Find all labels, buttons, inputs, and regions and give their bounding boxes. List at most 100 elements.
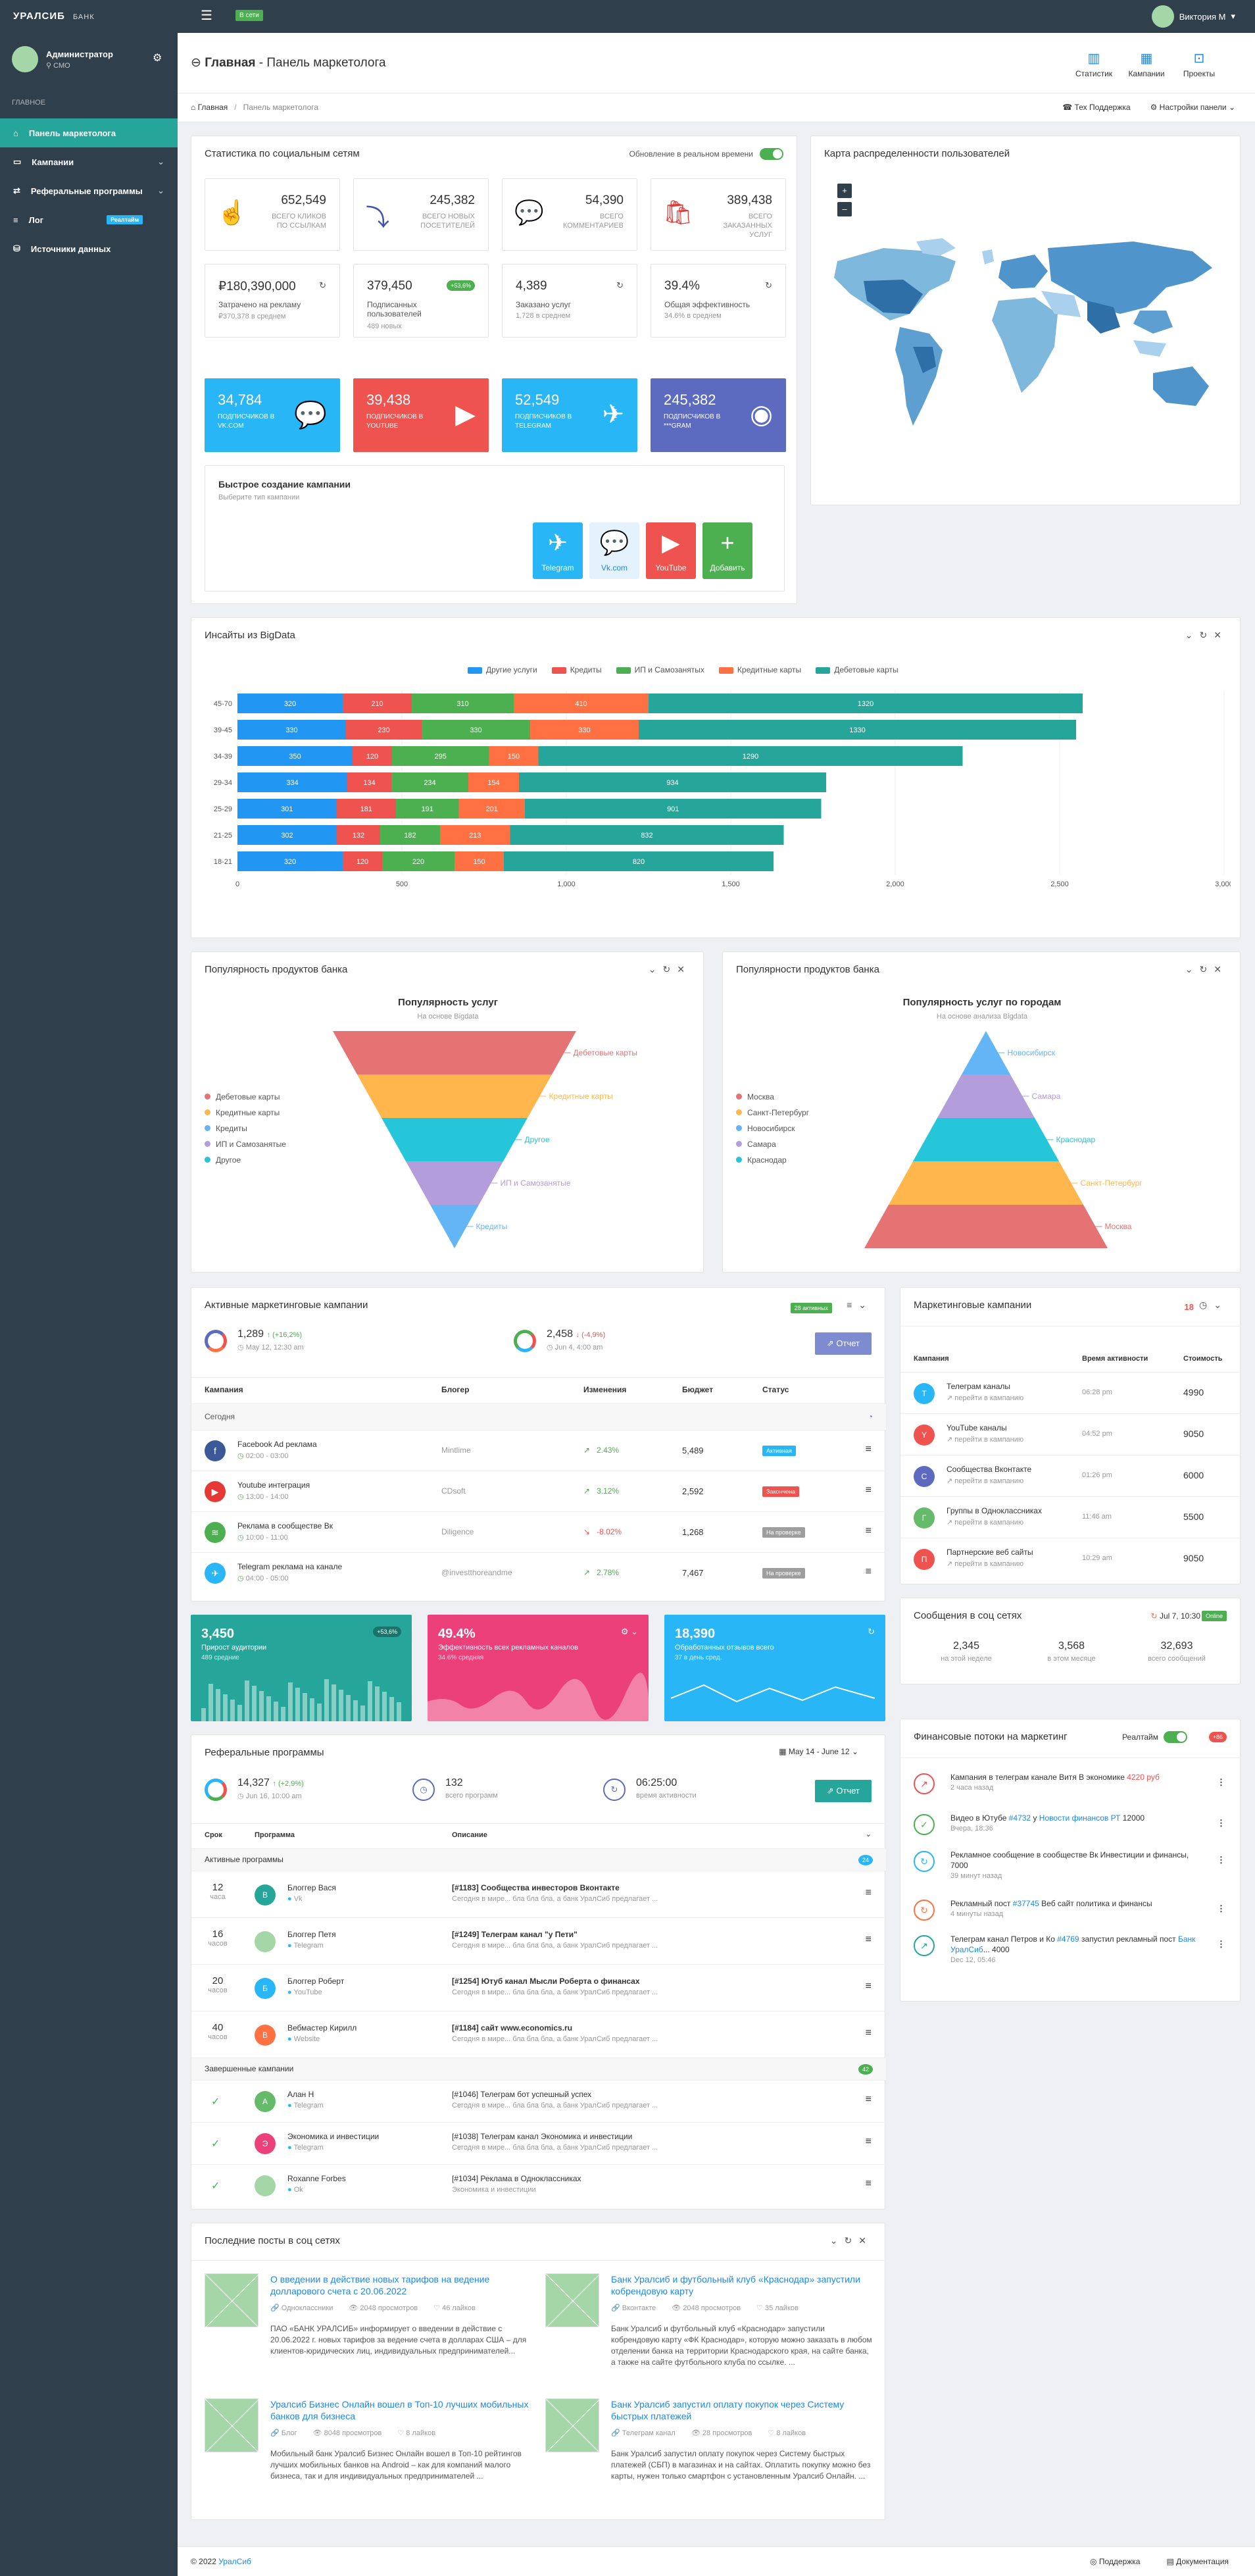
settings-gear-icon[interactable]: ⚙ xyxy=(153,51,162,64)
flow-item[interactable]: ✓ Видео в Ютубе #4732 у Новости финансов… xyxy=(900,1813,1241,1850)
more-vertical-icon[interactable]: ⋮ xyxy=(1217,1939,1225,1950)
date-range-picker[interactable]: ▦ May 14 - June 12 ⌄ xyxy=(779,1747,858,1756)
card-controls[interactable]: ⌄↻✕ xyxy=(1185,964,1228,975)
header-stats-button[interactable]: ▥ Статистик xyxy=(1071,50,1117,78)
table-row[interactable]: ✓ Э Экономика и инвестиции ● Telegram [#… xyxy=(191,2122,886,2164)
header-projects-button[interactable]: ⊡ Проекты xyxy=(1176,50,1222,78)
subscribers-tile[interactable]: 34,784 подписчиков в VK.COM 💬 xyxy=(205,378,340,452)
subscribers-tile[interactable]: 39,438 подписчиков в Youtube ▶ xyxy=(353,378,489,452)
legend-item[interactable]: Кредитные карты xyxy=(205,1105,286,1121)
legend-item[interactable]: Новосибирск xyxy=(736,1121,809,1136)
table-row[interactable]: f Facebook Ad реклама ◷ 02:00 - 03:00 Mi… xyxy=(191,1430,886,1471)
table-row[interactable]: ▶ Youtube интеграция ◷ 13:00 - 14:00 CDs… xyxy=(191,1471,886,1511)
zoom-in-button[interactable]: + xyxy=(837,184,852,198)
legend-item[interactable]: Санкт-Петербург xyxy=(736,1105,809,1121)
legend-item[interactable]: Краснодар xyxy=(736,1152,809,1168)
quick-vk-button[interactable]: 💬 Vk.com xyxy=(589,522,639,579)
row-menu-icon[interactable]: ≡ xyxy=(866,1525,872,1537)
table-row[interactable]: ✈ Telegram реклама на канале ◷ 04:00 - 0… xyxy=(191,1552,886,1593)
legend-item[interactable]: ИП и Самозанятые xyxy=(205,1136,286,1152)
card-menu-icon[interactable]: ≡⌄ xyxy=(847,1300,873,1311)
col-blogger[interactable]: Блогер xyxy=(441,1385,469,1394)
list-item[interactable]: Г Группы в Одноклассниках ↗ перейти в ка… xyxy=(900,1496,1241,1538)
legend-item[interactable]: Кредиты xyxy=(205,1121,286,1136)
card-controls[interactable]: ⌄↻✕ xyxy=(830,2235,873,2246)
flow-item[interactable]: ↻ Рекламное сообщение в сообществе Вк Ин… xyxy=(900,1850,1241,1886)
table-row[interactable]: 12 часа В Блоггер Вася ● Vk [#1183] Сообщ… xyxy=(191,1871,886,1917)
row-menu-icon[interactable]: ≡ xyxy=(866,1444,872,1455)
flow-item[interactable]: ↻ Рекламный пост #37745 Веб сайт политик… xyxy=(900,1898,1241,1935)
sidebar-item-referral[interactable]: ⇄ Реферальные программы ⌄ xyxy=(0,176,178,205)
table-row[interactable]: ✓ Roxanne Forbes ● Ok [#1034] Реклама в … xyxy=(191,2164,886,2206)
card-controls[interactable]: ⌄↻✕ xyxy=(649,964,691,975)
post-item[interactable]: Банк Уралсиб и футбольный клуб «Краснода… xyxy=(545,2273,874,2392)
back-icon[interactable]: ⊖ xyxy=(191,56,201,70)
legend-item[interactable]: Самара xyxy=(736,1136,809,1152)
subscribers-tile[interactable]: 245,382 подписчиков в ***gram ◉ xyxy=(651,378,786,452)
report-button[interactable]: ⇗ Отчет xyxy=(814,1780,872,1802)
legend-item[interactable]: Другое xyxy=(205,1152,286,1168)
subscribers-tile[interactable]: 52,549 подписчиков в Telegram ✈ xyxy=(502,378,637,452)
flow-item[interactable]: ↗ Телеграм канал Петров и Ко #4769 запус… xyxy=(900,1934,1241,1971)
legend-item[interactable]: Кредитные карты xyxy=(718,665,801,674)
quick-youtube-button[interactable]: ▶ YouTube xyxy=(646,522,696,579)
user-menu[interactable]: Виктория М ▾ xyxy=(1151,5,1235,28)
settings-link[interactable]: ⚙ Настройки панели ⌄ xyxy=(1150,103,1235,112)
post-item[interactable]: Уралсиб Бизнес Онлайн вошел в Топ-10 луч… xyxy=(205,2398,533,2517)
card-controls[interactable]: ⌄↻✕ xyxy=(1185,630,1228,641)
legend-item[interactable]: Дебетовые карты xyxy=(205,1089,286,1105)
more-vertical-icon[interactable]: ⋮ xyxy=(1217,1818,1225,1829)
table-row[interactable]: ≋ Реклама в сообществе Вк ◷ 10:00 - 11:0… xyxy=(191,1511,886,1552)
row-menu-icon[interactable]: ≡ xyxy=(866,1566,872,1578)
more-vertical-icon[interactable]: ⋮ xyxy=(1217,1904,1225,1914)
card-menu-icon[interactable]: ◷⌄ xyxy=(1199,1300,1228,1311)
legend-item[interactable]: Другие услуги xyxy=(468,665,537,674)
list-item[interactable]: T Телеграм каналы ↗ перейти в кампанию 0… xyxy=(900,1372,1241,1413)
world-map[interactable] xyxy=(824,235,1228,452)
more-vertical-icon[interactable]: ⋮ xyxy=(1217,1855,1225,1865)
legend-item[interactable]: Москва xyxy=(736,1089,809,1105)
post-item[interactable]: О введении в действие новых тарифов на в… xyxy=(205,2273,533,2392)
zoom-out-button[interactable]: – xyxy=(837,202,852,216)
realtime-toggle[interactable]: Обновление в реальном времени xyxy=(629,148,783,160)
list-item[interactable]: П Партнерские веб сайты ↗ перейти в камп… xyxy=(900,1538,1241,1579)
row-menu-icon[interactable]: ≡ xyxy=(866,2094,872,2106)
list-item[interactable]: C Сообщества Вконтакте ↗ перейти в кампа… xyxy=(900,1455,1241,1496)
summary-tile[interactable]: 18,390 Обработанных отзывов всего 37 в д… xyxy=(664,1615,885,1721)
flow-item[interactable]: ↗ Кампания в телеграм канале Витя В экон… xyxy=(900,1772,1241,1809)
row-menu-icon[interactable]: ≡ xyxy=(866,1484,872,1496)
table-row[interactable]: ✓ А Алан Н ● Telegram [#1046] Телеграм б… xyxy=(191,2080,886,2122)
brand-link[interactable]: УралСиб xyxy=(218,2557,251,2566)
table-row[interactable]: 20 часов Б Блоггер Роберт ● YouTube [#125… xyxy=(191,1964,886,2011)
summary-tile[interactable]: 49.4% Эффективность всех рекламных канал… xyxy=(428,1615,649,1721)
legend-item[interactable]: Дебетовые карты xyxy=(816,665,898,674)
summary-tile[interactable]: 3,450 Прирост аудитории 489 средние +53,… xyxy=(191,1615,412,1721)
col-changes[interactable]: Изменения xyxy=(583,1385,626,1394)
breadcrumb-home[interactable]: Главная xyxy=(198,103,228,112)
docs-link[interactable]: ▤ Документация xyxy=(1166,2557,1229,2566)
support-link[interactable]: ◎ Поддержка xyxy=(1090,2557,1140,2566)
row-menu-icon[interactable]: ≡ xyxy=(866,2178,872,2190)
sidebar-item-datasources[interactable]: ⛁ Источники данных xyxy=(0,234,178,263)
header-campaigns-button[interactable]: ▦ Кампании xyxy=(1123,50,1169,78)
list-item[interactable]: Y YouTube каналы ↗ перейти в кампанию 04… xyxy=(900,1413,1241,1455)
menu-toggle-icon[interactable]: ☰ xyxy=(201,9,212,23)
logo[interactable]: УРАЛСИБ БАНК xyxy=(13,11,95,22)
row-menu-icon[interactable]: ≡ xyxy=(866,1934,872,1946)
support-link[interactable]: ☎ Тех Поддержка xyxy=(1062,103,1130,112)
legend-item[interactable]: Кредиты xyxy=(551,665,602,674)
quick-plus-button[interactable]: + Добавить xyxy=(702,522,752,579)
toggle-switch[interactable] xyxy=(760,148,783,160)
more-vertical-icon[interactable]: ⋮ xyxy=(1217,1777,1225,1788)
realtime-toggle[interactable]: Реалтайм xyxy=(1122,1731,1187,1743)
row-menu-icon[interactable]: ≡ xyxy=(866,2027,872,2039)
col-campaign[interactable]: Кампания xyxy=(205,1385,243,1394)
report-button[interactable]: ⇗ Отчет xyxy=(814,1332,872,1355)
table-row[interactable]: 40 часов В Вебмастер Кирилл ● Website [#1… xyxy=(191,2011,886,2058)
row-menu-icon[interactable]: ≡ xyxy=(866,1981,872,1992)
row-menu-icon[interactable]: ≡ xyxy=(866,2136,872,2148)
sidebar-item-campaigns[interactable]: ▭ Кампании ⌄ xyxy=(0,147,178,176)
table-row[interactable]: 16 часов Блоггер Петя ● Telegram [#1249] … xyxy=(191,1917,886,1964)
col-status[interactable]: Статус xyxy=(762,1385,789,1394)
sidebar-item-dashboard[interactable]: ⌂ Панель маркетолога xyxy=(0,118,178,147)
